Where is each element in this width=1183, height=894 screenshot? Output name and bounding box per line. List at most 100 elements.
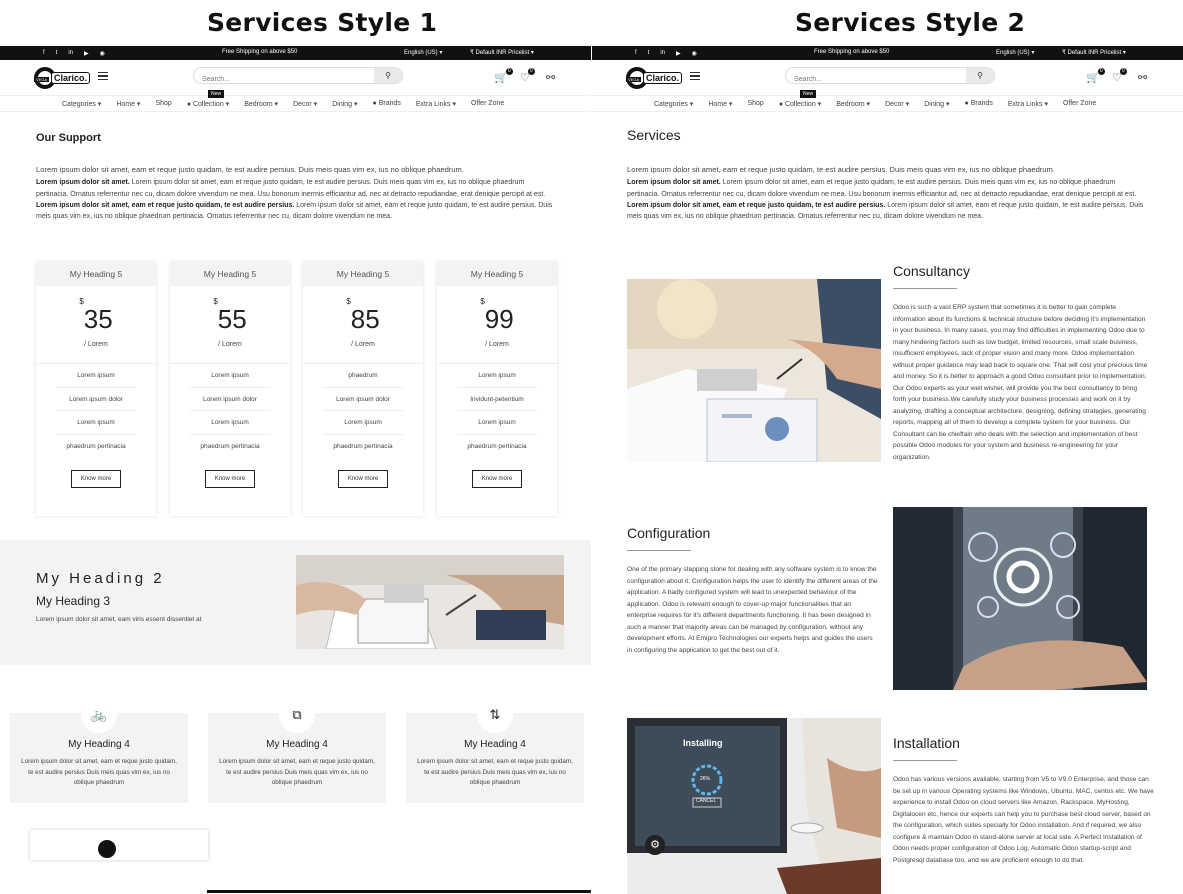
search-icon[interactable]: ⚲ — [966, 68, 994, 83]
nav-categories[interactable]: Categories ▾ — [654, 100, 693, 108]
nav-home[interactable]: Home ▾ — [116, 100, 140, 108]
twitter-icon[interactable]: t — [56, 50, 58, 57]
install-heading: Installing — [683, 738, 723, 748]
linkedin-icon[interactable]: in — [660, 50, 665, 57]
wishlist-icon[interactable]: ♡ 0 — [1112, 68, 1127, 84]
feature-box: ⇅ My Heading 4 Lorem ipsum dolor sit ame… — [406, 697, 584, 803]
card-feature: phaedrum — [323, 364, 403, 388]
title-underline — [893, 760, 957, 761]
new-badge: New — [208, 90, 225, 98]
pricelist-selector[interactable]: ₹ Default INR Pricelist ▾ — [1062, 49, 1126, 56]
language-selector[interactable]: English (US) ▾ — [404, 49, 442, 56]
pricelist-selector[interactable]: ₹ Default INR Pricelist ▾ — [470, 49, 534, 56]
card-feature: Lorem ipsum — [457, 411, 537, 435]
card-period: / Lorem — [170, 341, 290, 364]
youtube-icon[interactable]: ▶ — [84, 50, 89, 57]
bottom-bar — [207, 890, 591, 893]
nav-shop[interactable]: Shop — [747, 100, 763, 107]
install-percent: 26% — [700, 776, 711, 782]
nav-decor[interactable]: Decor ▾ — [293, 100, 317, 108]
pricing-card: My Heading 5 $85 / Lorem phaedrum Lorem … — [303, 262, 423, 516]
configuration-image — [893, 507, 1147, 690]
pricing-card: My Heading 5 $99 / Lorem Lorem ipsum Inv… — [437, 262, 557, 516]
facebook-icon[interactable]: f — [635, 50, 637, 57]
social-links: f t in ▶ ◉ — [592, 50, 697, 57]
cart-count: 0 — [505, 68, 513, 75]
search-input[interactable] — [194, 72, 364, 83]
cart-icon[interactable]: 🛒 0 — [1086, 68, 1105, 84]
nav-offer-zone[interactable]: Offer Zone — [471, 100, 504, 107]
search-icon[interactable]: ⚲ — [374, 68, 402, 83]
logo-text: Clarico. — [643, 72, 683, 84]
user-icon[interactable]: ⚯ — [546, 71, 555, 84]
feature-box: ⧉ My Heading 4 Lorem ipsum dolor sit ame… — [208, 697, 386, 803]
nav-bedroom[interactable]: Bedroom ▾ — [836, 100, 870, 108]
nav-shop[interactable]: Shop — [155, 100, 171, 107]
github-icon[interactable]: ◉ — [692, 50, 697, 57]
banner-image — [296, 555, 564, 649]
card-feature: Lorem ipsum dolor — [190, 388, 270, 411]
nav-offer-zone[interactable]: Offer Zone — [1063, 100, 1096, 107]
card-price: $85 — [346, 297, 380, 334]
site-header: Clarico. VEGA ⚲ 🛒0 ♡0 ⚯ — [592, 60, 1183, 96]
card-feature: Lorem ipsum — [190, 364, 270, 388]
cart-icon[interactable]: 🛒 0 — [494, 68, 513, 84]
nav-dining[interactable]: Dining ▾ — [924, 100, 949, 108]
card-feature: phaedrum pertinacia — [467, 442, 527, 450]
card-heading: My Heading 5 — [437, 262, 557, 286]
github-icon[interactable]: ◉ — [100, 50, 105, 57]
intro-line: Lorem ipsum dolor sit amet, eam et reque… — [627, 165, 1055, 174]
service-title: Installation — [893, 735, 960, 751]
feature-text: Lorem ipsum dolor sit amet, eam et reque… — [21, 758, 177, 786]
intro-line: Lorem ipsum dolor sit amet, eam et reque… — [36, 165, 464, 174]
intro-text: Lorem ipsum dolor sit amet, eam et reque… — [36, 164, 556, 222]
nav-extra-links[interactable]: Extra Links ▾ — [1008, 100, 1048, 108]
service-title: Consultancy — [893, 263, 971, 279]
youtube-icon[interactable]: ▶ — [676, 50, 681, 57]
know-more-button[interactable]: Know more — [338, 470, 388, 488]
card-price: $35 — [79, 297, 113, 334]
nav-brands[interactable]: ● Brands — [965, 100, 993, 107]
card-feature: phaedrum pertinacia — [200, 442, 260, 450]
hamburger-menu-icon[interactable] — [690, 72, 700, 80]
nav-collection[interactable]: ● Collection ▾ — [779, 100, 821, 108]
intro-text: Lorem ipsum dolor sit amet, eam et reque… — [627, 164, 1147, 222]
know-more-button[interactable]: Know more — [205, 470, 255, 488]
card-price: $99 — [480, 297, 514, 334]
banner-text: Lorem ipsum dolor sit amet, eam viris es… — [36, 616, 202, 623]
language-selector[interactable]: English (US) ▾ — [996, 49, 1034, 56]
nav-home[interactable]: Home ▾ — [708, 100, 732, 108]
know-more-button[interactable]: Know more — [472, 470, 522, 488]
bottom-popup-card — [30, 830, 208, 860]
hamburger-menu-icon[interactable] — [98, 72, 108, 80]
card-period: / Lorem — [303, 341, 423, 364]
know-more-button[interactable]: Know more — [71, 470, 121, 488]
feature-text: Lorem ipsum dolor sit amet, eam et reque… — [219, 758, 375, 786]
top-bar: f t in ▶ ◉ Free Shipping on above $50 En… — [0, 46, 591, 60]
main-nav: Categories ▾ Home ▾ Shop ● Collection ▾ … — [0, 90, 591, 112]
card-period: / Lorem — [437, 341, 557, 364]
nav-brands[interactable]: ● Brands — [373, 100, 401, 107]
settings-gear-icon[interactable]: ⚙ — [645, 835, 665, 855]
nav-bedroom[interactable]: Bedroom ▾ — [244, 100, 278, 108]
intro-paragraph: Lorem ipsum dolor sit amet. Lorem ipsum … — [36, 179, 546, 198]
wishlist-icon[interactable]: ♡ 0 — [520, 68, 535, 84]
nav-dining[interactable]: Dining ▾ — [332, 100, 357, 108]
card-price: $55 — [213, 297, 247, 334]
service-text: Odoo is such a vast ERP system that some… — [893, 304, 1148, 461]
search-input[interactable] — [786, 72, 956, 83]
nav-collection[interactable]: ● Collection ▾ — [187, 100, 229, 108]
intro-paragraph: Lorem ipsum dolor sit amet. Lorem ipsum … — [627, 179, 1137, 198]
nav-decor[interactable]: Decor ▾ — [885, 100, 909, 108]
user-icon[interactable]: ⚯ — [1138, 71, 1147, 84]
install-cancel-button[interactable]: CANCEL — [696, 798, 716, 804]
nav-extra-links[interactable]: Extra Links ▾ — [416, 100, 456, 108]
nav-categories[interactable]: Categories ▾ — [62, 100, 101, 108]
linkedin-icon[interactable]: in — [68, 50, 73, 57]
services-style-2-panel: f t in ▶ ◉ Free Shipping on above $50 En… — [592, 46, 1183, 894]
facebook-icon[interactable]: f — [43, 50, 45, 57]
card-feature: Lorem ipsum — [56, 411, 136, 435]
twitter-icon[interactable]: t — [648, 50, 650, 57]
intro-paragraph: Lorem ipsum dolor sit amet, eam et reque… — [36, 201, 553, 221]
search-bar: ⚲ — [785, 67, 995, 84]
